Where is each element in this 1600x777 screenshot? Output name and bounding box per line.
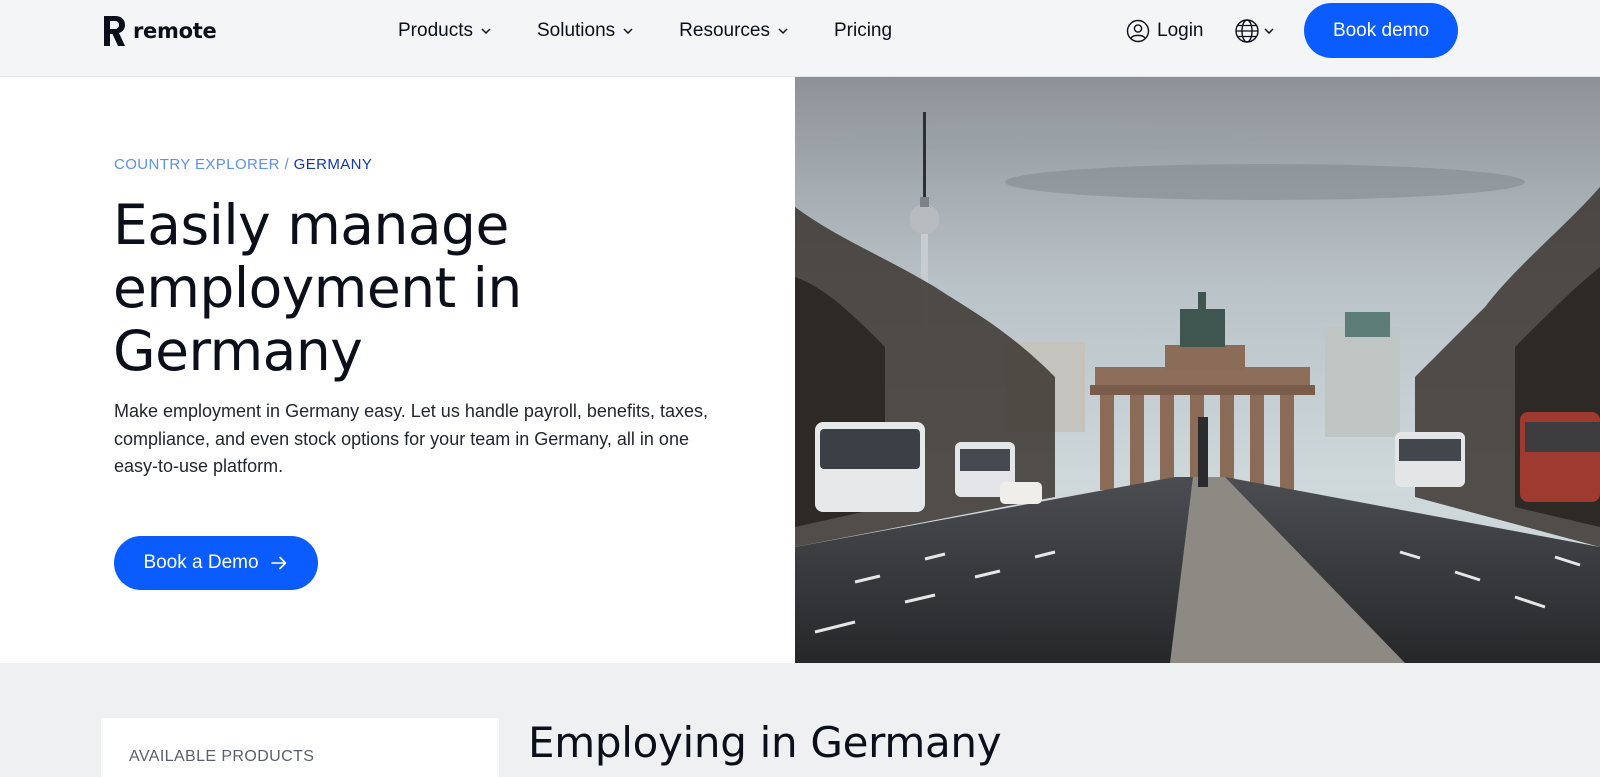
hero-image-brandenburg-gate xyxy=(795,77,1600,663)
book-demo-button[interactable]: Book demo xyxy=(1304,3,1458,58)
globe-icon xyxy=(1234,18,1259,43)
book-a-demo-label: Book a Demo xyxy=(143,552,259,573)
page-title: Easily manage employment in Germany xyxy=(113,193,522,383)
chevron-down-icon xyxy=(1263,27,1274,34)
breadcrumb-separator: / xyxy=(284,156,290,173)
login-link[interactable]: Login xyxy=(1126,19,1204,43)
brand-logo[interactable]: remote xyxy=(101,14,217,48)
section-title: Employing in Germany xyxy=(528,718,1002,767)
nav-pricing[interactable]: Pricing xyxy=(834,18,892,44)
language-selector[interactable] xyxy=(1234,18,1276,44)
brandenburg-gate-illustration xyxy=(795,77,1600,663)
nav-solutions-label: Solutions xyxy=(536,20,616,41)
available-products-label: AVAILABLE PRODUCTS xyxy=(129,748,315,765)
brand-name: remote xyxy=(133,19,217,43)
top-navigation-bar: remote Products Solutions Resources Pric… xyxy=(0,0,1600,77)
book-a-demo-button[interactable]: Book a Demo xyxy=(114,536,318,590)
user-icon xyxy=(1126,19,1150,42)
chevron-down-icon xyxy=(481,28,491,35)
breadcrumb-germany: GERMANY xyxy=(293,156,373,173)
chevron-down-icon xyxy=(623,28,633,35)
breadcrumb: COUNTRY EXPLORER / GERMANY xyxy=(114,156,372,173)
nav-solutions[interactable]: Solutions xyxy=(537,18,635,44)
nav-resources[interactable]: Resources xyxy=(679,18,790,44)
nav-pricing-label: Pricing xyxy=(833,20,893,41)
login-label: Login xyxy=(1157,19,1204,41)
remote-logo-icon xyxy=(104,16,125,46)
nav-products[interactable]: Products xyxy=(398,18,493,44)
main-nav: Products Solutions Resources Pricing xyxy=(398,18,892,44)
chevron-down-icon xyxy=(778,28,788,35)
arrow-right-icon xyxy=(270,556,286,570)
header-actions: Login xyxy=(1126,3,1276,58)
hero-description: Make employment in Germany easy. Let us … xyxy=(114,401,708,476)
breadcrumb-country-explorer[interactable]: COUNTRY EXPLORER xyxy=(114,156,280,173)
nav-products-label: Products xyxy=(398,20,473,41)
nav-resources-label: Resources xyxy=(679,20,770,41)
